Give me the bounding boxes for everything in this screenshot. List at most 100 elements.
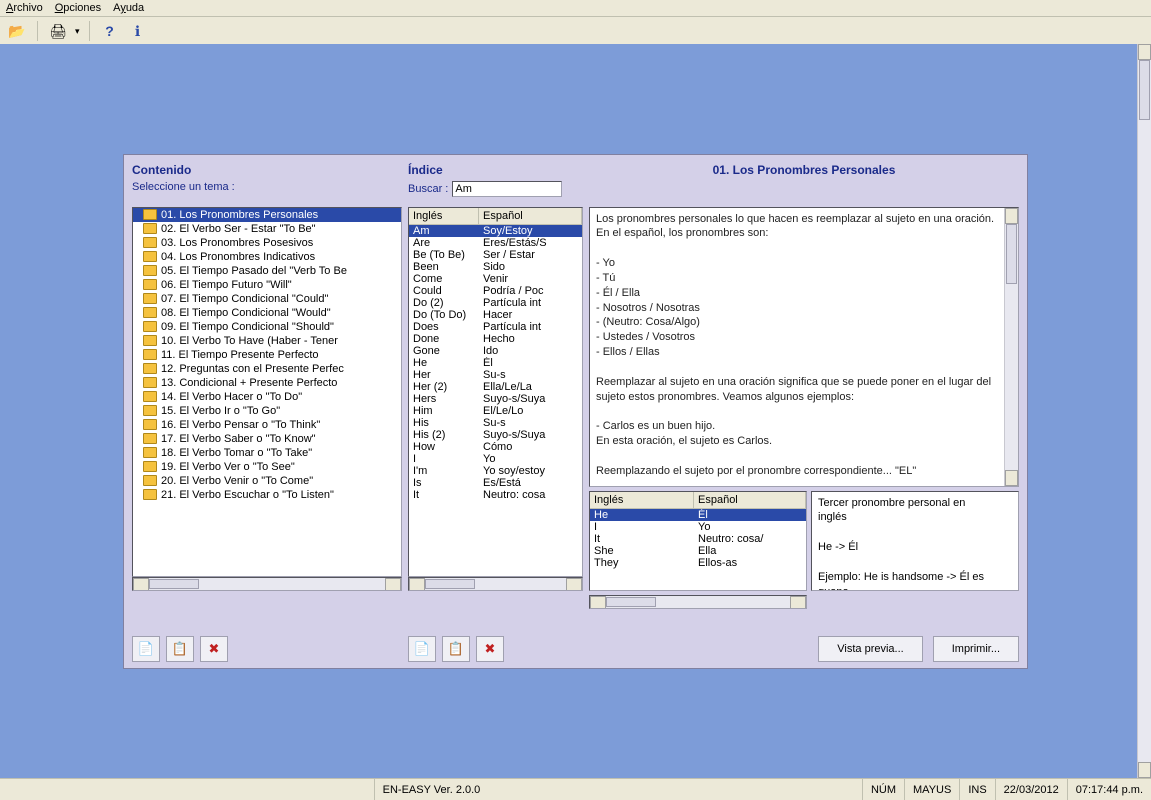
topic-label: 16. El Verbo Pensar o "To Think": [161, 419, 320, 431]
index-row[interactable]: I'mYo soy/estoy: [409, 465, 582, 477]
topic-item[interactable]: 01. Los Pronombres Personales: [133, 208, 401, 222]
pronoun-row[interactable]: ItNeutro: cosa/: [590, 533, 806, 545]
topic-item[interactable]: 08. El Tiempo Condicional "Would": [133, 306, 401, 320]
help-icon[interactable]: ?: [99, 20, 121, 42]
index-grid[interactable]: InglésEspañolAmSoy/EstoyAreEres/Estás/SB…: [408, 207, 583, 577]
index-row[interactable]: Be (To Be)Ser / Estar: [409, 249, 582, 261]
pronoun-row[interactable]: SheElla: [590, 545, 806, 557]
copy-icon[interactable]: 📋: [166, 636, 194, 662]
hscroll[interactable]: [589, 595, 807, 609]
delete-icon[interactable]: ✖: [200, 636, 228, 662]
topic-item[interactable]: 20. El Verbo Venir o "To Come": [133, 474, 401, 488]
imprimir-button[interactable]: Imprimir...: [933, 636, 1019, 662]
pronouns-grid[interactable]: InglésEspañolHeÉlIYoItNeutro: cosa/SheEl…: [589, 491, 807, 591]
col-en[interactable]: Inglés: [409, 208, 479, 224]
index-row[interactable]: HeÉl: [409, 357, 582, 369]
index-row[interactable]: His (2)Suyo-s/Suya: [409, 429, 582, 441]
folder-icon: [143, 335, 157, 346]
vista-previa-button[interactable]: Vista previa...: [818, 636, 922, 662]
topic-label: 21. El Verbo Escuchar o "To Listen": [161, 489, 334, 501]
topic-item[interactable]: 19. El Verbo Ver o "To See": [133, 460, 401, 474]
index-row[interactable]: DoesPartícula int: [409, 321, 582, 333]
topic-item[interactable]: 18. El Verbo Tomar o "To Take": [133, 446, 401, 460]
topic-item[interactable]: 03. Los Pronombres Posesivos: [133, 236, 401, 250]
detail-text[interactable]: Tercer pronombre personal en inglés He -…: [811, 491, 1019, 591]
topic-label: 17. El Verbo Saber o "To Know": [161, 433, 316, 445]
pronoun-row[interactable]: HeÉl: [590, 509, 806, 521]
topic-item[interactable]: 09. El Tiempo Condicional "Should": [133, 320, 401, 334]
index-row[interactable]: AreEres/Estás/S: [409, 237, 582, 249]
status-date: 22/03/2012: [995, 779, 1067, 800]
hscroll[interactable]: [132, 577, 402, 591]
vscroll[interactable]: [1004, 208, 1018, 486]
topic-item[interactable]: 12. Preguntas con el Presente Perfec: [133, 362, 401, 376]
topic-item[interactable]: 17. El Verbo Saber o "To Know": [133, 432, 401, 446]
topic-label: 14. El Verbo Hacer o "To Do": [161, 391, 302, 403]
new-icon[interactable]: 📄: [408, 636, 436, 662]
folder-icon: [143, 349, 157, 360]
col-en[interactable]: Inglés: [590, 492, 694, 508]
folder-icon: [143, 433, 157, 444]
topic-label: 04. Los Pronombres Indicativos: [161, 251, 315, 263]
topics-listbox[interactable]: 01. Los Pronombres Personales02. El Verb…: [132, 207, 402, 577]
seleccione-label: Seleccione un tema :: [132, 181, 402, 193]
index-row[interactable]: HersSuyo-s/Suya: [409, 393, 582, 405]
pronoun-row[interactable]: TheyEllos-as: [590, 557, 806, 569]
index-row[interactable]: IYo: [409, 453, 582, 465]
folder-icon: [143, 265, 157, 276]
topic-item[interactable]: 16. El Verbo Pensar o "To Think": [133, 418, 401, 432]
topic-item[interactable]: 04. Los Pronombres Indicativos: [133, 250, 401, 264]
topic-item[interactable]: 14. El Verbo Hacer o "To Do": [133, 390, 401, 404]
buscar-label: Buscar :: [408, 183, 448, 195]
search-input[interactable]: [452, 181, 562, 197]
topic-item[interactable]: 06. El Tiempo Futuro "Will": [133, 278, 401, 292]
topic-item[interactable]: 10. El Verbo To Have (Haber - Tener: [133, 334, 401, 348]
index-row[interactable]: HerSu-s: [409, 369, 582, 381]
index-row[interactable]: GoneIdo: [409, 345, 582, 357]
menu-ayuda[interactable]: Ayuda: [113, 2, 144, 14]
index-row[interactable]: Her (2)Ella/Le/La: [409, 381, 582, 393]
copy-icon[interactable]: 📋: [442, 636, 470, 662]
print-icon[interactable]: 🖨: [47, 20, 69, 42]
open-icon[interactable]: 📂: [6, 20, 28, 42]
new-icon[interactable]: 📄: [132, 636, 160, 662]
col-es[interactable]: Español: [694, 492, 806, 508]
folder-icon: [143, 321, 157, 332]
menu-opciones[interactable]: Opciones: [55, 2, 101, 14]
topic-item[interactable]: 13. Condicional + Presente Perfecto: [133, 376, 401, 390]
folder-icon: [143, 307, 157, 318]
contenido-header-col: Contenido Seleccione un tema :: [132, 163, 402, 201]
main-panel: Contenido Seleccione un tema : Índice Bu…: [123, 154, 1028, 669]
topic-label: 13. Condicional + Presente Perfecto: [161, 377, 337, 389]
topic-item[interactable]: 02. El Verbo Ser - Estar "To Be": [133, 222, 401, 236]
topic-label: 01. Los Pronombres Personales: [161, 209, 318, 221]
dropdown-arrow-icon[interactable]: ▾: [75, 26, 80, 37]
topic-item[interactable]: 05. El Tiempo Pasado del "Verb To Be: [133, 264, 401, 278]
info-icon[interactable]: ℹ: [127, 20, 149, 42]
index-row[interactable]: BeenSido: [409, 261, 582, 273]
index-row[interactable]: AmSoy/Estoy: [409, 225, 582, 237]
index-row[interactable]: DoneHecho: [409, 333, 582, 345]
topic-item[interactable]: 21. El Verbo Escuchar o "To Listen": [133, 488, 401, 502]
index-row[interactable]: IsEs/Está: [409, 477, 582, 489]
description-text[interactable]: Los pronombres personales lo que hacen e…: [589, 207, 1019, 487]
index-row[interactable]: HowCómo: [409, 441, 582, 453]
index-row[interactable]: ComeVenir: [409, 273, 582, 285]
index-row[interactable]: HisSu-s: [409, 417, 582, 429]
index-row[interactable]: Do (2)Partícula int: [409, 297, 582, 309]
topics-actions: 📄 📋 ✖: [132, 636, 402, 662]
topic-item[interactable]: 11. El Tiempo Presente Perfecto: [133, 348, 401, 362]
topic-label: 12. Preguntas con el Presente Perfec: [161, 363, 344, 375]
hscroll[interactable]: [408, 577, 583, 591]
menu-archivo[interactable]: Archivo: [6, 2, 43, 14]
pronoun-row[interactable]: IYo: [590, 521, 806, 533]
topic-item[interactable]: 15. El Verbo Ir o "To Go": [133, 404, 401, 418]
topic-item[interactable]: 07. El Tiempo Condicional "Could": [133, 292, 401, 306]
index-row[interactable]: HimEl/Le/Lo: [409, 405, 582, 417]
index-row[interactable]: Do (To Do)Hacer: [409, 309, 582, 321]
folder-icon: [143, 209, 157, 220]
index-row[interactable]: CouldPodría / Poc: [409, 285, 582, 297]
index-row[interactable]: ItNeutro: cosa: [409, 489, 582, 501]
col-es[interactable]: Español: [479, 208, 582, 224]
delete-icon[interactable]: ✖: [476, 636, 504, 662]
